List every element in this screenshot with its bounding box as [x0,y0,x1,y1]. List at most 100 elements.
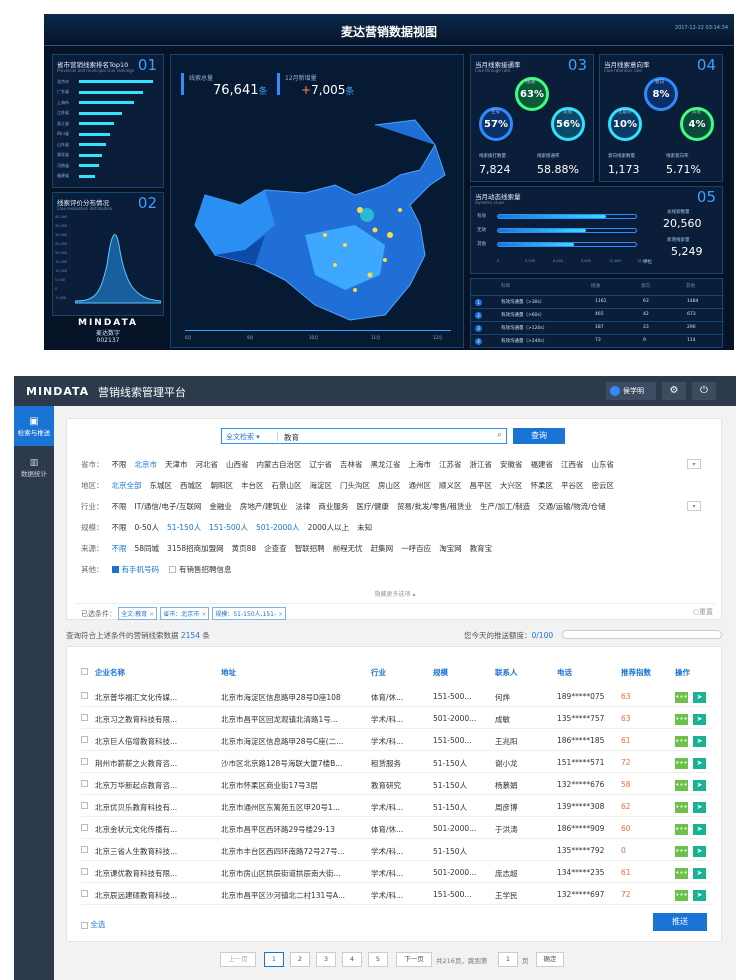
header-checkbox[interactable] [81,668,88,675]
filter-option[interactable]: 江西省 [561,459,584,470]
filter-option[interactable]: 151-500人 [209,522,248,533]
send-icon[interactable]: ➤ [693,868,706,879]
filter-option[interactable]: 58同城 [135,543,160,554]
magnifier-icon[interactable]: ⌕ [497,430,502,440]
filter-option[interactable]: 门头沟区 [340,480,370,491]
more-actions-icon[interactable]: ••• [675,824,688,835]
filter-option[interactable]: 北京市 [135,459,158,470]
user-menu[interactable]: 侯学明 [606,382,656,400]
page-3-button[interactable]: 3 [316,952,336,967]
more-actions-icon[interactable]: ••• [675,780,688,791]
filter-option[interactable]: 河北省 [196,459,219,470]
more-actions-icon[interactable]: ••• [675,890,688,901]
more-actions-icon[interactable]: ••• [675,758,688,769]
filter-option[interactable]: 辽宁省 [310,459,333,470]
filter-option[interactable]: 0-50人 [135,522,160,533]
filter-option[interactable]: 福建省 [531,459,554,470]
filter-option[interactable]: 吉林省 [340,459,363,470]
filter-option[interactable]: 2000人以上 [308,522,350,533]
push-button[interactable]: 推送 [653,913,707,931]
filter-option[interactable]: 昌平区 [470,480,493,491]
nav-search-push[interactable]: ▣ 检索与推送 [14,406,54,446]
filter-option[interactable]: 黑龙江省 [371,459,401,470]
filter-option[interactable]: 海淀区 [310,480,333,491]
query-button[interactable]: 查询 [513,428,565,444]
condition-tag[interactable]: 规模：51-150人,151- × [212,607,287,620]
filter-option[interactable]: 未知 [357,522,372,533]
settings-gear-icon[interactable]: ⚙ [662,382,686,400]
row-checkbox[interactable] [81,846,88,853]
filter-option[interactable]: 浙江省 [470,459,493,470]
filter-option[interactable]: 淘宝网 [439,543,462,554]
filter-option[interactable]: 501-2000人 [256,522,300,533]
nav-statistics[interactable]: ▥ 数据统计 [14,448,54,488]
filter-option[interactable]: 山东省 [592,459,615,470]
filter-option[interactable]: 贸易/批发/零售/租赁业 [397,501,472,512]
filter-option[interactable]: 大兴区 [500,480,523,491]
filter-option[interactable]: 密云区 [592,480,615,491]
page-1-button[interactable]: 1 [264,952,284,967]
filter-option[interactable]: 不限 [112,543,127,554]
filter-option[interactable]: 朝阳区 [211,480,234,491]
row-checkbox[interactable] [81,780,88,787]
filter-option[interactable]: 房山区 [378,480,401,491]
filter-checkbox-option[interactable]: 有手机号码 [111,564,159,575]
row-checkbox[interactable] [81,692,88,699]
filter-option[interactable]: 法律 [295,501,310,512]
filter-option[interactable]: 不限 [112,459,127,470]
filter-option[interactable]: 西城区 [180,480,203,491]
send-icon[interactable]: ➤ [693,802,706,813]
filter-option[interactable]: 不限 [112,522,127,533]
condition-tag[interactable]: 全文:教育 × [118,607,158,620]
filter-option[interactable]: 商业服务 [318,501,348,512]
filter-option[interactable]: 上海市 [409,459,432,470]
filter-option[interactable]: 安徽省 [500,459,523,470]
row-checkbox[interactable] [81,802,88,809]
filter-checkbox-option[interactable]: 有销售招聘信息 [169,564,232,575]
row-checkbox[interactable] [81,890,88,897]
filter-option[interactable]: 石景山区 [272,480,302,491]
confirm-jump-button[interactable]: 确定 [536,952,564,967]
filter-option[interactable]: 企查查 [264,543,287,554]
filter-option[interactable]: 内蒙古自治区 [257,459,302,470]
row-checkbox[interactable] [81,736,88,743]
filter-option[interactable]: 丰台区 [241,480,264,491]
more-actions-icon[interactable]: ••• [675,802,688,813]
more-actions-icon[interactable]: ••• [675,736,688,747]
next-page-button[interactable]: 下一页 [396,952,432,967]
filter-option[interactable]: 智联招聘 [295,543,325,554]
checkbox[interactable] [111,566,119,573]
more-actions-icon[interactable]: ••• [675,714,688,725]
filter-option[interactable]: IT/通信/电子/互联网 [135,501,202,512]
filter-option[interactable]: 天津市 [165,459,188,470]
send-icon[interactable]: ➤ [693,692,706,703]
filter-option[interactable]: 怀柔区 [531,480,554,491]
more-actions-icon[interactable]: ••• [675,692,688,703]
row-checkbox[interactable] [81,758,88,765]
filter-option[interactable]: 房地产/建筑业 [240,501,288,512]
expand-province-chevron-icon[interactable]: ▾ [687,459,701,469]
filter-option[interactable]: 一呼百应 [401,543,431,554]
filter-option[interactable]: 教育宝 [470,543,493,554]
send-icon[interactable]: ➤ [693,736,706,747]
filter-option[interactable]: 北京全部 [112,480,142,491]
filter-option[interactable]: 交通/运输/物流/仓储 [538,501,606,512]
filter-option[interactable]: 金融业 [209,501,232,512]
filter-option[interactable]: 51-150人 [167,522,201,533]
filter-option[interactable]: 3158招商加盟网 [167,543,224,554]
filter-option[interactable]: 医疗/健康 [356,501,389,512]
power-icon[interactable]: ⏻ [692,382,716,400]
filter-option[interactable]: 平谷区 [561,480,584,491]
send-icon[interactable]: ➤ [693,824,706,835]
filter-option[interactable]: 山西省 [226,459,249,470]
filter-option[interactable]: 顺义区 [439,480,462,491]
send-icon[interactable]: ➤ [693,714,706,725]
send-icon[interactable]: ➤ [693,890,706,901]
filter-option[interactable]: 东城区 [150,480,173,491]
filter-option[interactable]: 通州区 [409,480,432,491]
send-icon[interactable]: ➤ [693,758,706,769]
send-icon[interactable]: ➤ [693,780,706,791]
expand-industry-chevron-icon[interactable]: ▾ [687,501,701,511]
row-checkbox[interactable] [81,714,88,721]
row-checkbox[interactable] [81,824,88,831]
